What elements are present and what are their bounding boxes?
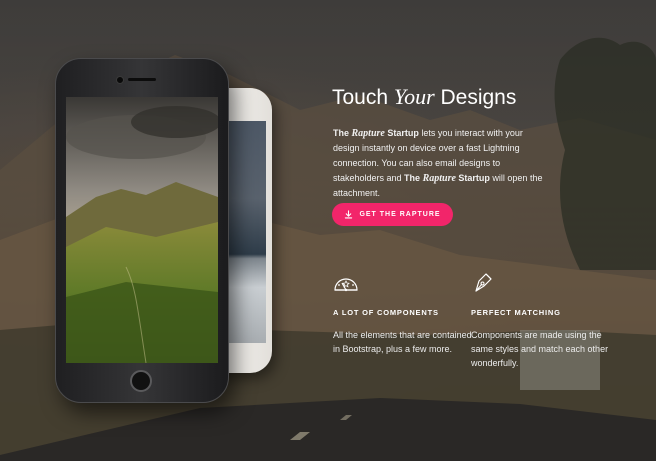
page-title: Touch Your Designs: [332, 84, 516, 110]
title-text-pre: Touch: [332, 86, 394, 109]
get-the-rapture-button[interactable]: GET THE RAPTURE: [332, 203, 453, 226]
desc-brand-rapture-2: Rapture: [422, 173, 456, 184]
phone-screen-landscape: [66, 97, 218, 363]
download-icon: [345, 210, 353, 219]
desc-brand-the-2: The: [404, 173, 423, 183]
title-text-post: Designs: [434, 86, 517, 109]
phone-camera: [116, 76, 124, 84]
desc-brand-the: The: [333, 128, 352, 138]
feature-text: All the elements that are contained in B…: [333, 330, 472, 354]
dashboard-icon: [334, 278, 358, 292]
phone-black: [55, 58, 229, 403]
desc-brand-startup: Startup: [384, 128, 419, 138]
phone-white-screen: [226, 121, 266, 343]
desc-brand-startup-2: Startup: [455, 173, 490, 183]
title-text-emphasis: Your: [393, 84, 435, 109]
feature-components: A LOT OF COMPONENTS All the elements tha…: [333, 270, 473, 356]
phone-screen: [66, 97, 218, 363]
feature-title: PERFECT MATCHING: [471, 308, 561, 317]
desc-brand-rapture: Rapture: [351, 128, 385, 139]
hero-description: The Rapture Startup lets you interact wi…: [333, 126, 548, 201]
feature-matching: PERFECT MATCHING Components are made usi…: [471, 270, 611, 370]
cta-label: GET THE RAPTURE: [359, 211, 441, 218]
feature-text: Components are made using the same style…: [471, 330, 609, 368]
hero-section: Touch Your Designs The Rapture Startup l…: [0, 0, 656, 461]
pen-nib-icon: [475, 273, 492, 292]
feature-title: A LOT OF COMPONENTS: [333, 308, 439, 317]
phone-speaker: [128, 78, 156, 81]
phone-home-button: [130, 370, 152, 392]
